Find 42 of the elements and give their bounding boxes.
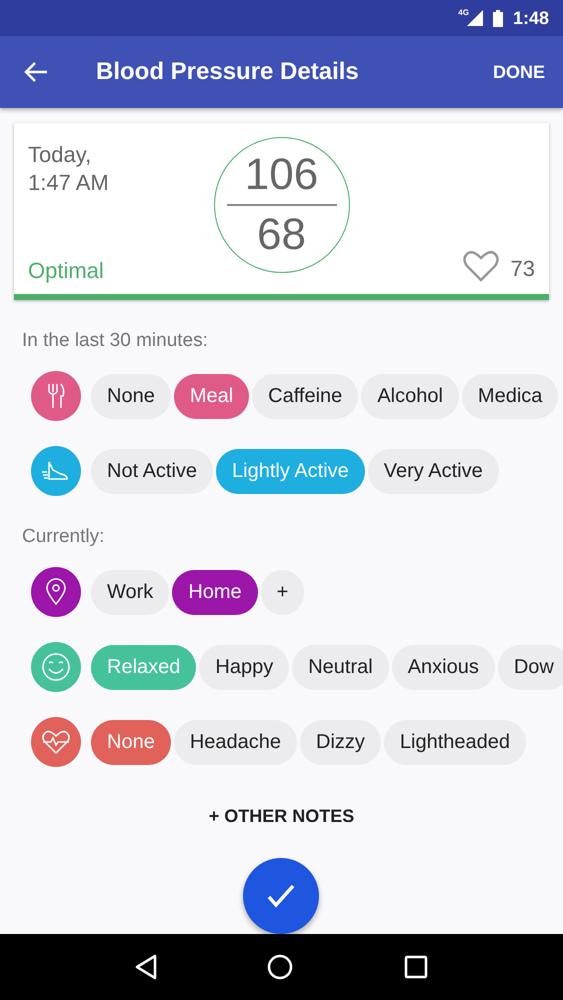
other-notes-button[interactable]: + OTHER NOTES	[202, 805, 360, 828]
option-chip[interactable]: Dizzy	[300, 720, 381, 764]
section-label: In the last 30 minutes:	[22, 330, 209, 352]
option-chip[interactable]: Caffeine	[252, 374, 358, 418]
screen-title: Blood Pressure Details	[96, 58, 360, 86]
option-chip[interactable]: None	[91, 374, 171, 418]
location-pin-icon	[45, 578, 67, 606]
reading-date: Today, 1:47 AM	[28, 141, 110, 197]
status-time: 1:48	[512, 8, 549, 28]
systolic-value: 106	[244, 150, 318, 200]
network-type: 4G	[458, 8, 469, 16]
home-icon[interactable]	[267, 954, 294, 980]
recents-icon[interactable]	[404, 955, 428, 979]
option-chip[interactable]: Dow	[498, 644, 563, 690]
back-arrow-icon[interactable]	[24, 61, 48, 83]
section-label: Currently:	[22, 526, 106, 548]
confirm-button[interactable]	[243, 858, 319, 934]
option-chip[interactable]: Neutral	[292, 644, 389, 690]
option-chip[interactable]: Work	[91, 570, 170, 614]
option-chip[interactable]: Medica	[462, 374, 558, 418]
option-chip[interactable]: Meal	[174, 374, 250, 418]
option-chip[interactable]: Home	[172, 570, 258, 614]
smiley-icon	[41, 652, 71, 682]
heart-pulse-icon	[41, 729, 71, 755]
checkmark-icon	[267, 884, 295, 908]
option-chip[interactable]: Happy	[199, 644, 290, 690]
signal-icon	[466, 10, 483, 26]
option-chip[interactable]: Very Active	[368, 448, 499, 494]
heart-icon	[462, 250, 499, 282]
option-chip[interactable]: Headache	[174, 720, 297, 764]
option-chip[interactable]: Alcohol	[361, 374, 459, 418]
option-chip[interactable]: Lightheaded	[384, 720, 526, 764]
category-label: Optimal	[28, 258, 105, 284]
diastolic-value: 68	[257, 210, 306, 260]
option-chip[interactable]: +	[260, 570, 304, 614]
shoe-icon	[41, 460, 71, 482]
pulse-value: 73	[510, 256, 535, 282]
option-chip[interactable]: Anxious	[392, 644, 495, 690]
back-icon[interactable]	[135, 954, 158, 980]
option-chip[interactable]: Not Active	[91, 448, 214, 494]
done-button[interactable]: DONE	[484, 54, 553, 90]
battery-icon	[492, 10, 503, 26]
